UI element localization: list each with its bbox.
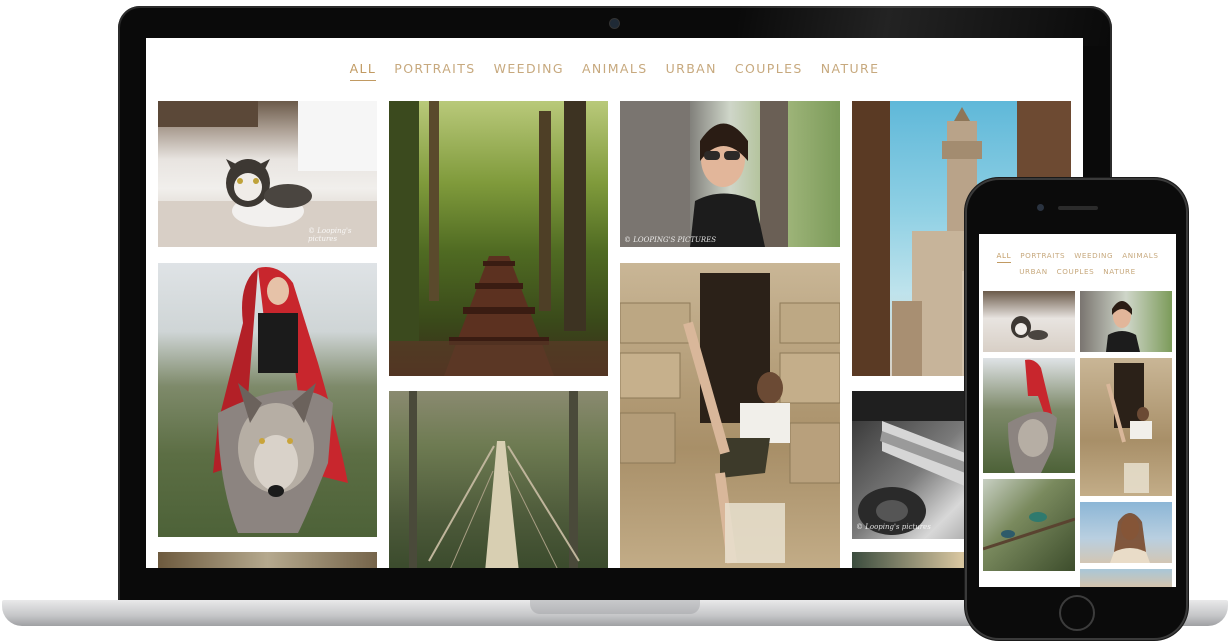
mobile-filter-nature[interactable]: NATURE — [1103, 267, 1136, 278]
photo-stone-wall-pose[interactable] — [620, 263, 840, 568]
kitten-illustration — [158, 101, 377, 247]
photo-col1-partial[interactable] — [158, 552, 377, 568]
watermark: © Looping's pictures — [856, 523, 931, 531]
mobile-photo-woman-sunglasses[interactable] — [1080, 291, 1172, 352]
filter-weeding[interactable]: WEEDING — [494, 61, 564, 81]
mobile-woman-sky-illustration — [1110, 513, 1150, 563]
watermark: © Looping's pictures — [308, 227, 352, 243]
mobile-photo-kitten[interactable] — [983, 291, 1075, 352]
photo-red-riding-hood-wolf[interactable] — [158, 263, 377, 537]
mobile-filter-nav-row2: URBAN COUPLES NATURE — [979, 267, 1176, 278]
laptop-camera — [610, 19, 619, 28]
mobile-woman-illustration — [1106, 301, 1140, 352]
mobile-bird-illustration — [983, 512, 1075, 551]
laptop-screen: ALL PORTRAITS WEEDING ANIMALS URBAN COUP… — [146, 38, 1083, 568]
rope-bridge-illustration — [409, 391, 580, 568]
mobile-filter-portraits[interactable]: PORTRAITS — [1020, 251, 1065, 263]
phone-camera — [1037, 204, 1044, 211]
mobile-kitten-illustration — [1011, 316, 1048, 340]
watermark: © LOOPING'S PICTURES — [624, 236, 717, 244]
mobile-filter-weeding[interactable]: WEEDING — [1074, 251, 1113, 263]
mobile-photo-partial[interactable] — [1080, 569, 1172, 587]
laptop-notch — [530, 600, 700, 614]
filter-couples[interactable]: COUPLES — [735, 61, 803, 81]
mobile-filter-urban[interactable]: URBAN — [1019, 267, 1047, 278]
mobile-filter-nav-row1: ALL PORTRAITS WEEDING ANIMALS — [979, 251, 1176, 263]
phone-screen: ALL PORTRAITS WEEDING ANIMALS URBAN COUP… — [979, 234, 1176, 587]
forest-stairs-illustration — [389, 101, 608, 376]
phone-home-button[interactable] — [1059, 595, 1095, 631]
mobile-filter-couples[interactable]: COUPLES — [1057, 267, 1095, 278]
phone-speaker — [1058, 206, 1098, 210]
mobile-photo-woman-sky[interactable] — [1080, 502, 1172, 563]
wolf-illustration — [213, 267, 348, 533]
mobile-photo-wolf[interactable] — [983, 358, 1075, 473]
filter-nature[interactable]: NATURE — [821, 61, 880, 81]
filter-nav: ALL PORTRAITS WEEDING ANIMALS URBAN COUP… — [146, 61, 1083, 81]
mobile-photo-hummingbird[interactable] — [983, 479, 1075, 571]
filter-portraits[interactable]: PORTRAITS — [394, 61, 475, 81]
photo-woman-sunglasses[interactable]: © LOOPING'S PICTURES — [620, 101, 840, 247]
stone-wall-illustration — [620, 273, 840, 564]
photo-kitten[interactable]: © Looping's pictures — [158, 101, 377, 247]
filter-animals[interactable]: ANIMALS — [582, 61, 648, 81]
mobile-filter-animals[interactable]: ANIMALS — [1122, 251, 1158, 263]
photo-rope-bridge[interactable] — [389, 391, 608, 568]
mobile-filter-all[interactable]: ALL — [996, 251, 1012, 263]
filter-all[interactable]: ALL — [349, 61, 377, 81]
mobile-stone-wall-illustration — [1106, 363, 1152, 493]
photo-forest-stairs[interactable] — [389, 101, 608, 376]
mobile-photo-stone-wall[interactable] — [1080, 358, 1172, 496]
mobile-wolf-illustration — [1008, 359, 1057, 473]
woman-sunglasses-illustration — [620, 101, 788, 247]
filter-urban[interactable]: URBAN — [666, 61, 717, 81]
